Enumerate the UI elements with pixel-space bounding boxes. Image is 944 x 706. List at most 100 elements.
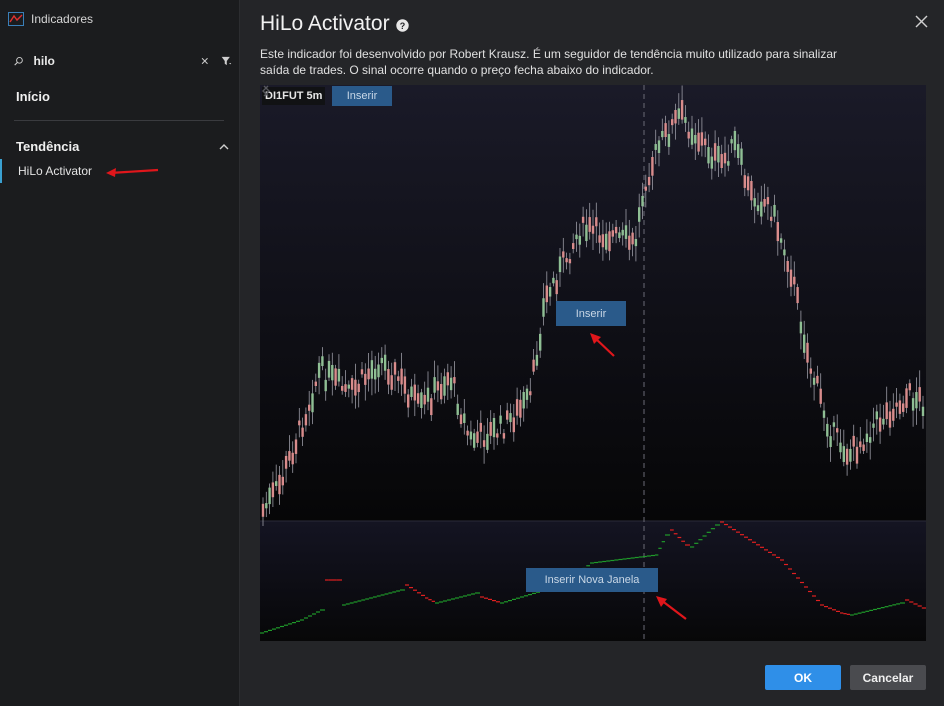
category-label: Tendência	[16, 139, 80, 154]
candle-body	[568, 259, 572, 264]
candle-body	[789, 269, 793, 287]
candle-body	[753, 198, 756, 207]
candle-body	[492, 417, 496, 438]
cancel-button[interactable]: Cancelar	[850, 665, 926, 690]
candle-body	[525, 388, 529, 400]
indicator-app-icon	[8, 12, 24, 26]
candle-body	[921, 406, 925, 417]
candle-body	[892, 408, 895, 421]
candle-body	[284, 455, 288, 469]
candle-body	[911, 398, 915, 411]
candle-body	[783, 249, 786, 256]
candle-body	[865, 433, 869, 442]
candle-body	[671, 119, 674, 126]
candle-body	[334, 368, 337, 386]
candle-body	[713, 143, 717, 161]
candle-body	[575, 234, 578, 240]
candle-body	[631, 232, 634, 245]
candle-body	[403, 376, 407, 394]
candle-body	[885, 402, 888, 420]
insert-button[interactable]: Inserir	[556, 301, 626, 326]
candle-body	[763, 198, 766, 207]
candle-body	[512, 417, 515, 433]
candle-body	[766, 197, 770, 205]
candle-body	[278, 474, 281, 495]
candle-body	[647, 176, 651, 186]
candle-body	[562, 251, 565, 258]
candle-body	[314, 381, 317, 386]
search-icon	[14, 56, 23, 66]
candle-body	[473, 433, 476, 448]
candle-body	[581, 216, 585, 223]
candle-body	[710, 156, 713, 169]
candle-body	[875, 411, 878, 420]
close-icon[interactable]	[915, 15, 928, 28]
candle-body	[872, 423, 875, 428]
candle-body	[377, 364, 380, 378]
candle-body	[905, 388, 908, 408]
candle-body	[793, 276, 796, 285]
candle-body	[638, 207, 641, 222]
insert-button-top[interactable]: Inserir	[332, 86, 392, 106]
candle-body	[360, 369, 364, 375]
candle-body	[644, 186, 647, 191]
candle-body	[327, 360, 331, 378]
filter-icon[interactable]	[221, 53, 232, 69]
ok-button[interactable]: OK	[765, 665, 841, 690]
indicator-description: Este indicador foi desenvolvido por Robe…	[260, 47, 837, 77]
help-icon[interactable]: ?	[395, 19, 409, 32]
candle-body	[595, 217, 598, 227]
candle-body	[509, 413, 512, 423]
insert-new-window-button[interactable]: Inserir Nova Janela	[526, 568, 658, 592]
candle-body	[496, 433, 499, 438]
candle-body	[608, 231, 611, 252]
candle-body	[598, 235, 601, 243]
candle-body	[390, 375, 393, 390]
candle-body	[407, 394, 410, 408]
candle-body	[486, 433, 489, 450]
chevron-up-icon[interactable]	[218, 141, 230, 153]
annotation-arrow	[106, 168, 159, 177]
chevron-right-icon[interactable]	[260, 85, 272, 97]
candle-body	[740, 148, 743, 165]
home-link[interactable]: Início	[16, 89, 50, 104]
candle-body	[664, 123, 667, 138]
sidebar-item-label: HiLo Activator	[18, 164, 93, 178]
candle-body	[565, 258, 568, 263]
candle-body	[364, 373, 367, 385]
candle-body	[374, 368, 377, 380]
candle-body	[895, 402, 898, 407]
candle-body	[836, 428, 839, 433]
candle-body	[317, 362, 321, 378]
clear-icon[interactable]	[200, 54, 210, 68]
candle-body	[806, 342, 809, 363]
candle-body	[756, 205, 760, 212]
candle-body	[621, 229, 624, 236]
candle-body	[535, 354, 539, 366]
candle-body	[628, 235, 631, 250]
candle-body	[370, 360, 374, 379]
candle-body	[558, 256, 562, 273]
search-input[interactable]	[33, 54, 194, 68]
candle-body	[479, 422, 482, 432]
candle-body	[690, 128, 694, 145]
candle-body	[453, 377, 456, 384]
candle-body	[908, 383, 911, 391]
candle-body	[261, 503, 265, 517]
candle-body	[522, 392, 525, 409]
candle-body	[849, 448, 852, 462]
candle-body	[902, 403, 905, 412]
candle-body	[354, 379, 357, 396]
category-trend-header[interactable]: Tendência	[16, 139, 230, 154]
candle-body	[430, 398, 433, 416]
candle-body	[819, 388, 822, 404]
candle-body	[605, 233, 608, 250]
candle-body	[344, 384, 347, 392]
candle-body	[704, 138, 707, 146]
candle-body	[308, 404, 311, 411]
candle-body	[733, 130, 737, 151]
candle-body	[779, 238, 783, 243]
candle-body	[829, 436, 832, 447]
candle-body	[476, 431, 479, 443]
candle-body	[816, 375, 819, 384]
